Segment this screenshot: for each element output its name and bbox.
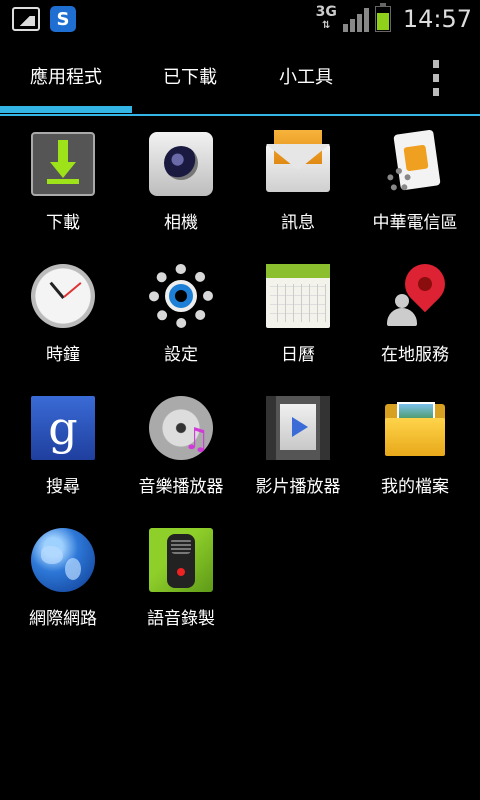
calendar-icon [266, 264, 330, 328]
app-label: 我的檔案 [381, 477, 449, 497]
skype-notification-icon: S [50, 6, 76, 32]
app-label: 中華電信區 [372, 213, 458, 233]
app-label: 日曆 [281, 345, 315, 365]
app-camera[interactable]: 相機 [122, 122, 240, 254]
settings-gear-icon [149, 264, 213, 328]
selected-tab-indicator [0, 106, 132, 113]
app-video-player[interactable]: 影片播放器 [239, 386, 357, 518]
app-search[interactable]: g 搜尋 [4, 386, 122, 518]
globe-icon [31, 528, 95, 592]
clock-icon [31, 264, 95, 328]
sim-toolkit-icon [383, 129, 447, 196]
google-search-icon: g [31, 396, 95, 460]
app-label: 影片播放器 [255, 477, 341, 497]
signal-icon [342, 6, 369, 32]
folder-icon [383, 396, 447, 460]
camera-icon [149, 132, 213, 196]
app-drawer-tabs: 應用程式 已下載 小工具 [0, 38, 480, 116]
gallery-notification-icon [12, 7, 40, 31]
app-label: 音樂播放器 [138, 477, 224, 497]
messaging-icon [266, 130, 330, 192]
app-clock[interactable]: 時鐘 [4, 254, 122, 386]
download-icon [31, 132, 95, 196]
status-bar: S 3G ⇅ 14:57 [0, 0, 480, 38]
app-label: 在地服務 [381, 345, 449, 365]
app-my-files[interactable]: 我的檔案 [356, 386, 474, 518]
app-label: 下載 [46, 213, 80, 233]
app-label: 設定 [164, 345, 198, 365]
app-sim-toolkit[interactable]: 中華電信區 [356, 122, 474, 254]
app-music-player[interactable]: ♫ 音樂播放器 [122, 386, 240, 518]
app-label: 訊息 [281, 213, 315, 233]
tab-widgets[interactable]: 小工具 [248, 38, 364, 114]
local-maps-icon [383, 255, 454, 328]
app-label: 時鐘 [46, 345, 80, 365]
app-messaging[interactable]: 訊息 [239, 122, 357, 254]
voice-recorder-icon [149, 528, 213, 592]
network-type-indicator: 3G ⇅ [315, 4, 337, 31]
app-label: 網際網路 [29, 609, 97, 629]
status-clock: 14:57 [402, 5, 472, 33]
app-label: 搜尋 [46, 477, 80, 497]
app-label: 語音錄製 [147, 609, 215, 629]
tab-divider [0, 114, 480, 116]
app-local[interactable]: 在地服務 [356, 254, 474, 386]
video-player-icon [266, 396, 330, 460]
tab-downloaded[interactable]: 已下載 [132, 38, 248, 114]
app-settings[interactable]: 設定 [122, 254, 240, 386]
music-player-icon: ♫ [149, 396, 213, 460]
app-download[interactable]: 下載 [4, 122, 122, 254]
tab-apps[interactable]: 應用程式 [0, 38, 132, 114]
overflow-menu-icon[interactable] [424, 60, 448, 96]
app-calendar[interactable]: 日曆 [239, 254, 357, 386]
app-internet[interactable]: 網際網路 [4, 518, 122, 650]
app-voice-recorder[interactable]: 語音錄製 [122, 518, 240, 650]
app-label: 相機 [164, 213, 198, 233]
battery-icon [374, 3, 391, 32]
